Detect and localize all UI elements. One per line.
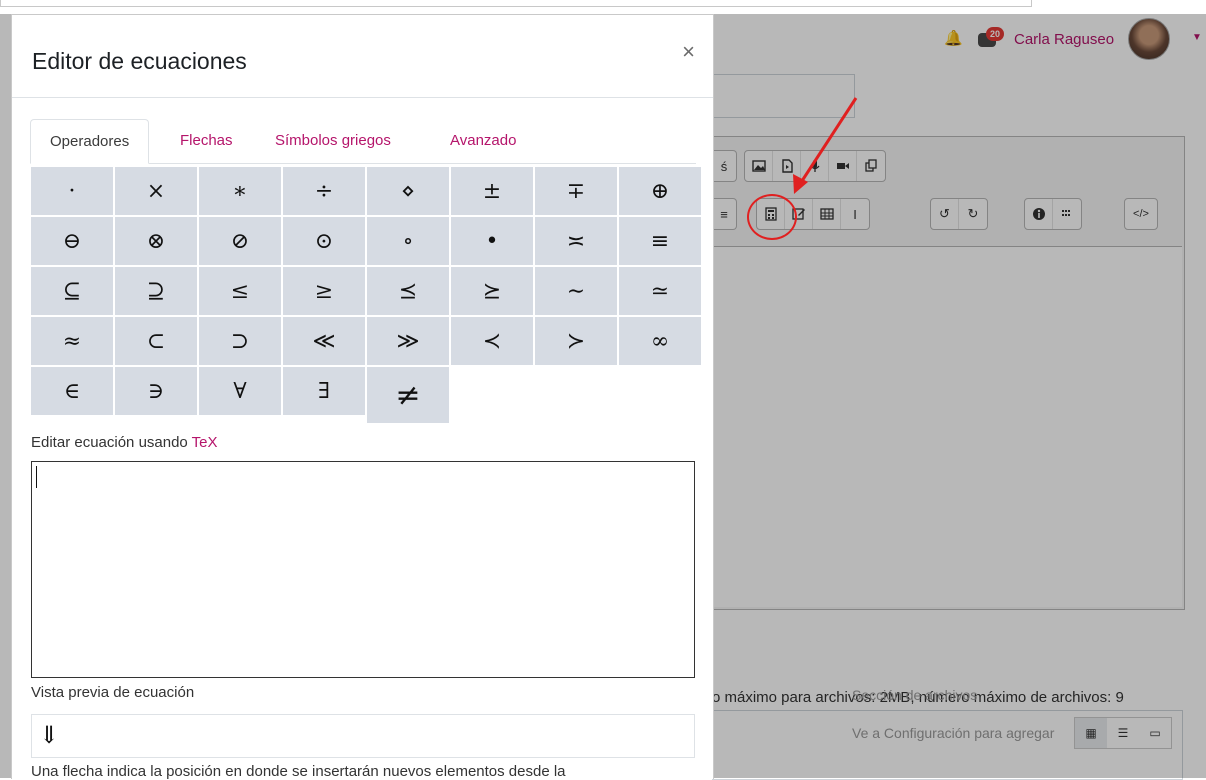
operator-button[interactable]: ⊕ [619,167,701,215]
operator-button[interactable]: ⊃ [199,317,281,365]
operator-button[interactable]: ÷ [283,167,365,215]
operator-button[interactable]: ≍ [535,217,617,265]
operator-button[interactable]: ⪰ [451,267,533,315]
operator-button[interactable]: ⪯ [367,267,449,315]
red-circle-annotation [747,194,797,240]
tex-label-text: Editar ecuación usando [31,434,192,451]
tab-simbolos-griegos[interactable]: Símbolos griegos [275,119,391,163]
operator-button[interactable]: ∓ [535,167,617,215]
equation-preview: ⇓ [31,714,695,758]
operator-button[interactable]: ≤ [199,267,281,315]
operator-button[interactable]: ∗ [199,167,281,215]
operator-button[interactable]: ⊂ [115,317,197,365]
operator-button[interactable]: ≡ [619,217,701,265]
browser-top-strip [0,0,1206,14]
tab-operadores[interactable]: Operadores [30,119,150,164]
operator-button[interactable]: ≈ [31,317,113,365]
operator-button[interactable]: ≥ [283,267,365,315]
operator-button[interactable]: ⋄ [367,167,449,215]
operator-button[interactable]: ± [451,167,533,215]
operator-button[interactable]: ≠ [367,367,449,423]
text-cursor [36,466,37,488]
close-icon[interactable]: × [682,39,695,65]
red-arrow-annotation [793,97,858,194]
operator-button[interactable]: ⊙ [283,217,365,265]
dialog-header: Editor de ecuaciones × [12,15,713,98]
tex-label: Editar ecuación usando TeX [31,434,218,451]
operator-button[interactable]: ⊆ [31,267,113,315]
operator-button[interactable]: ∼ [535,267,617,315]
operator-button[interactable]: ∋ [115,367,197,415]
address-bar-edge [0,0,1032,7]
tab-avanzado[interactable]: Avanzado [450,119,516,163]
tex-input[interactable] [31,461,695,678]
operator-button[interactable]: ∃ [283,367,365,415]
operator-button[interactable]: ⊖ [31,217,113,265]
operator-button[interactable]: ∘ [367,217,449,265]
operator-button[interactable]: ≫ [367,317,449,365]
operator-button[interactable]: ≻ [535,317,617,365]
operator-button[interactable]: ≪ [283,317,365,365]
help-note: Una flecha indica la posición en donde s… [31,763,566,779]
dialog-title: Editor de ecuaciones [32,48,247,74]
tex-link[interactable]: TeX [192,434,218,451]
operator-button[interactable]: ≃ [619,267,701,315]
operator-button[interactable]: ⊇ [115,267,197,315]
equation-editor-dialog: Editor de ecuaciones × Operadores Flecha… [11,14,714,779]
operator-button[interactable]: × [115,167,197,215]
operator-button[interactable]: • [451,217,533,265]
preview-label: Vista previa de ecuación [31,684,195,701]
tab-bar: Operadores Flechas Símbolos griegos Avan… [30,119,696,164]
insertion-arrow-icon: ⇓ [39,721,60,749]
operator-button[interactable]: ≺ [451,317,533,365]
operator-button[interactable]: ⊘ [199,217,281,265]
operator-button[interactable]: ∀ [199,367,281,415]
operator-button[interactable]: ∞ [619,317,701,365]
tab-flechas[interactable]: Flechas [180,119,233,163]
operator-button[interactable]: · [31,167,113,215]
operator-button[interactable]: ⊗ [115,217,197,265]
operator-button[interactable]: ∈ [31,367,113,415]
